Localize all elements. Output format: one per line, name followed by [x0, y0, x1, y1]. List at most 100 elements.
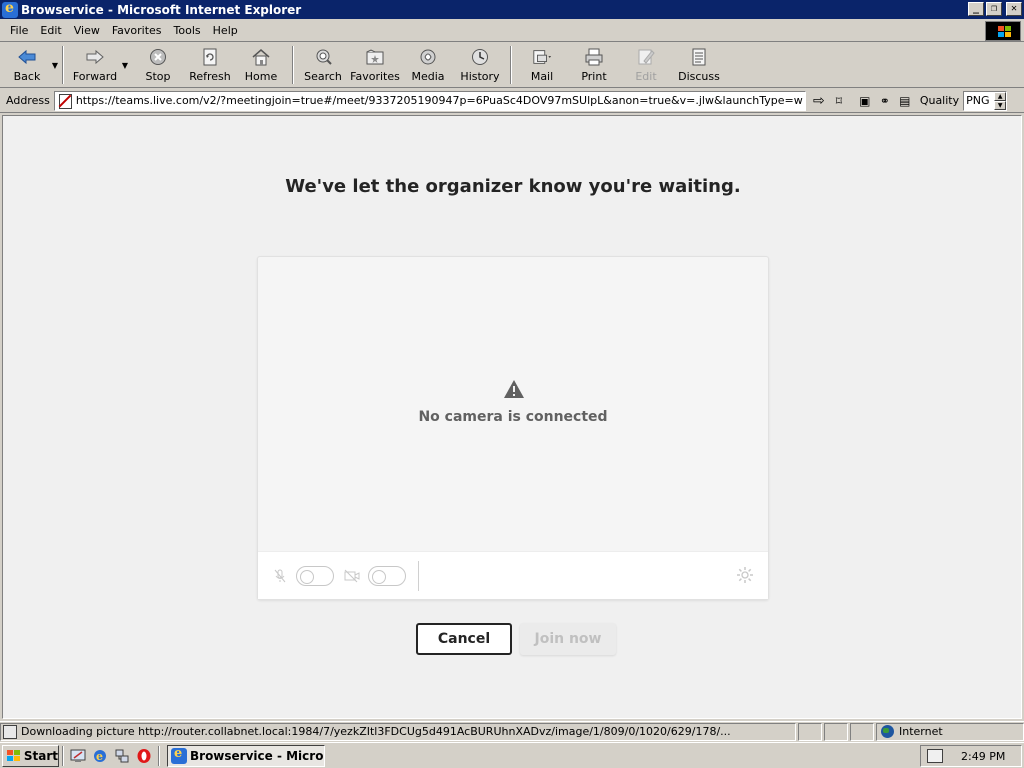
cancel-button[interactable]: Cancel: [416, 623, 512, 655]
address-input[interactable]: https://teams.live.com/v2/?meetingjoin=t…: [53, 90, 806, 111]
status-text: Downloading picture http://router.collab…: [21, 725, 731, 738]
window-controls: _ ❐ ✕: [968, 2, 1022, 16]
print-button[interactable]: Print: [568, 44, 620, 86]
taskbar-divider: [158, 745, 160, 766]
menu-view[interactable]: View: [68, 24, 106, 37]
toolbar: Back ▼ Forward ▼ Stop Refresh Home Searc…: [0, 44, 1024, 88]
download-icon: [3, 724, 17, 739]
quality-label: Quality: [919, 94, 960, 107]
bookmark-icon[interactable]: ⌑: [830, 92, 848, 110]
menu-help[interactable]: Help: [207, 24, 244, 37]
status-cell: [850, 722, 874, 741]
waiting-heading: We've let the organizer know you're wait…: [285, 176, 741, 197]
printer-icon: [584, 47, 604, 67]
security-zone: Internet: [876, 722, 1024, 741]
page-content: We've let the organizer know you're wait…: [2, 115, 1022, 719]
search-button[interactable]: Search: [298, 44, 348, 86]
refresh-button[interactable]: Refresh: [186, 44, 234, 86]
toolbar-separator: [292, 46, 294, 84]
toolbar-separator: [510, 46, 512, 84]
windows-logo-icon: [985, 21, 1021, 41]
clock: 2:49 PM: [961, 749, 1006, 763]
quality-select[interactable]: PNG ▲ ▼: [963, 90, 1008, 111]
discuss-icon: [689, 47, 709, 67]
address-label: Address: [6, 94, 50, 107]
media-button[interactable]: Media: [402, 44, 454, 86]
history-button[interactable]: History: [454, 44, 506, 86]
join-now-button: Join now: [520, 623, 616, 655]
page-icon[interactable]: ▣: [856, 92, 874, 110]
edit-icon: [636, 47, 656, 67]
favorites-icon: [365, 47, 385, 67]
controls-divider: [418, 560, 419, 591]
back-dropdown-icon[interactable]: ▼: [52, 61, 58, 70]
desktop-icon[interactable]: [69, 747, 87, 765]
home-icon: [251, 47, 271, 67]
start-button[interactable]: Start: [2, 744, 59, 767]
network-icon[interactable]: [113, 747, 131, 765]
menu-bar: File Edit View Favorites Tools Help: [0, 20, 1024, 42]
status-cell: [798, 722, 822, 741]
windows-flag-icon: [6, 749, 22, 763]
quality-spinner[interactable]: ▲ ▼: [994, 91, 1007, 110]
stop-icon: [148, 47, 168, 67]
back-arrow-icon: [17, 47, 37, 67]
mail-button[interactable]: Mail: [516, 44, 568, 86]
taskbar-divider: [62, 745, 64, 766]
title-bar: Browservice - Microsoft Internet Explore…: [0, 0, 1024, 19]
menu-file[interactable]: File: [4, 24, 34, 37]
menu-edit[interactable]: Edit: [34, 24, 67, 37]
microphone-off-icon: [270, 566, 290, 586]
back-button[interactable]: Back ▼: [2, 44, 58, 86]
menu-tools[interactable]: Tools: [168, 24, 207, 37]
history-icon: [470, 47, 490, 67]
broken-page-icon: [57, 93, 73, 109]
camera-toggle[interactable]: [368, 565, 406, 586]
status-cell: [824, 722, 848, 741]
warning-icon: [504, 380, 524, 398]
zone-label: Internet: [899, 725, 943, 738]
microphone-toggle[interactable]: [296, 565, 334, 586]
system-tray: 2:49 PM: [920, 745, 1022, 767]
forward-arrow-icon: [85, 47, 105, 67]
status-message: Downloading picture http://router.collab…: [0, 722, 796, 741]
forward-button[interactable]: Forward ▼: [68, 44, 128, 86]
spin-down-icon[interactable]: ▼: [994, 100, 1007, 110]
refresh-icon: [200, 47, 220, 67]
edit-button: Edit: [620, 44, 672, 86]
forward-dropdown-icon[interactable]: ▼: [122, 61, 128, 70]
media-icon: [418, 47, 438, 67]
favorites-button[interactable]: Favorites: [348, 44, 402, 86]
minimize-button[interactable]: _: [968, 2, 984, 16]
video-preview: No camera is connected: [257, 256, 769, 600]
close-button[interactable]: ✕: [1006, 2, 1022, 16]
ie-icon: [171, 746, 187, 764]
ie-quicklaunch-icon[interactable]: e: [91, 747, 109, 765]
go-arrow-icon[interactable]: ⇨: [810, 92, 828, 110]
mail-icon: [532, 47, 552, 67]
window-title: Browservice - Microsoft Internet Explore…: [21, 2, 302, 17]
gear-icon[interactable]: [736, 566, 754, 587]
globe-icon: [881, 725, 894, 738]
search-icon: [313, 47, 333, 67]
opera-icon[interactable]: [135, 747, 153, 765]
svg-text:e: e: [96, 750, 103, 763]
menu-favorites[interactable]: Favorites: [106, 24, 168, 37]
spin-up-icon[interactable]: ▲: [994, 91, 1007, 101]
home-button[interactable]: Home: [234, 44, 288, 86]
address-url: https://teams.live.com/v2/?meetingjoin=t…: [75, 94, 803, 107]
toolbar-separator: [62, 46, 64, 84]
camera-off-icon: [342, 566, 362, 586]
address-bar: Address https://teams.live.com/v2/?meeti…: [0, 89, 1024, 113]
taskbar-browservice-button[interactable]: Browservice - Micro...: [167, 744, 325, 767]
restore-button[interactable]: ❐: [986, 2, 1002, 16]
discuss-button[interactable]: Discuss: [672, 44, 726, 86]
ie-icon: [2, 0, 18, 18]
tray-icon[interactable]: [927, 749, 943, 763]
taskbar: Start e Browservice - Micro... 2:49 PM: [0, 742, 1024, 768]
device-controls: [258, 551, 768, 599]
binoculars-icon[interactable]: ⚭: [876, 92, 894, 110]
clipboard-icon[interactable]: ▤: [896, 92, 914, 110]
stop-button[interactable]: Stop: [130, 44, 186, 86]
status-bar: Downloading picture http://router.collab…: [0, 721, 1024, 741]
